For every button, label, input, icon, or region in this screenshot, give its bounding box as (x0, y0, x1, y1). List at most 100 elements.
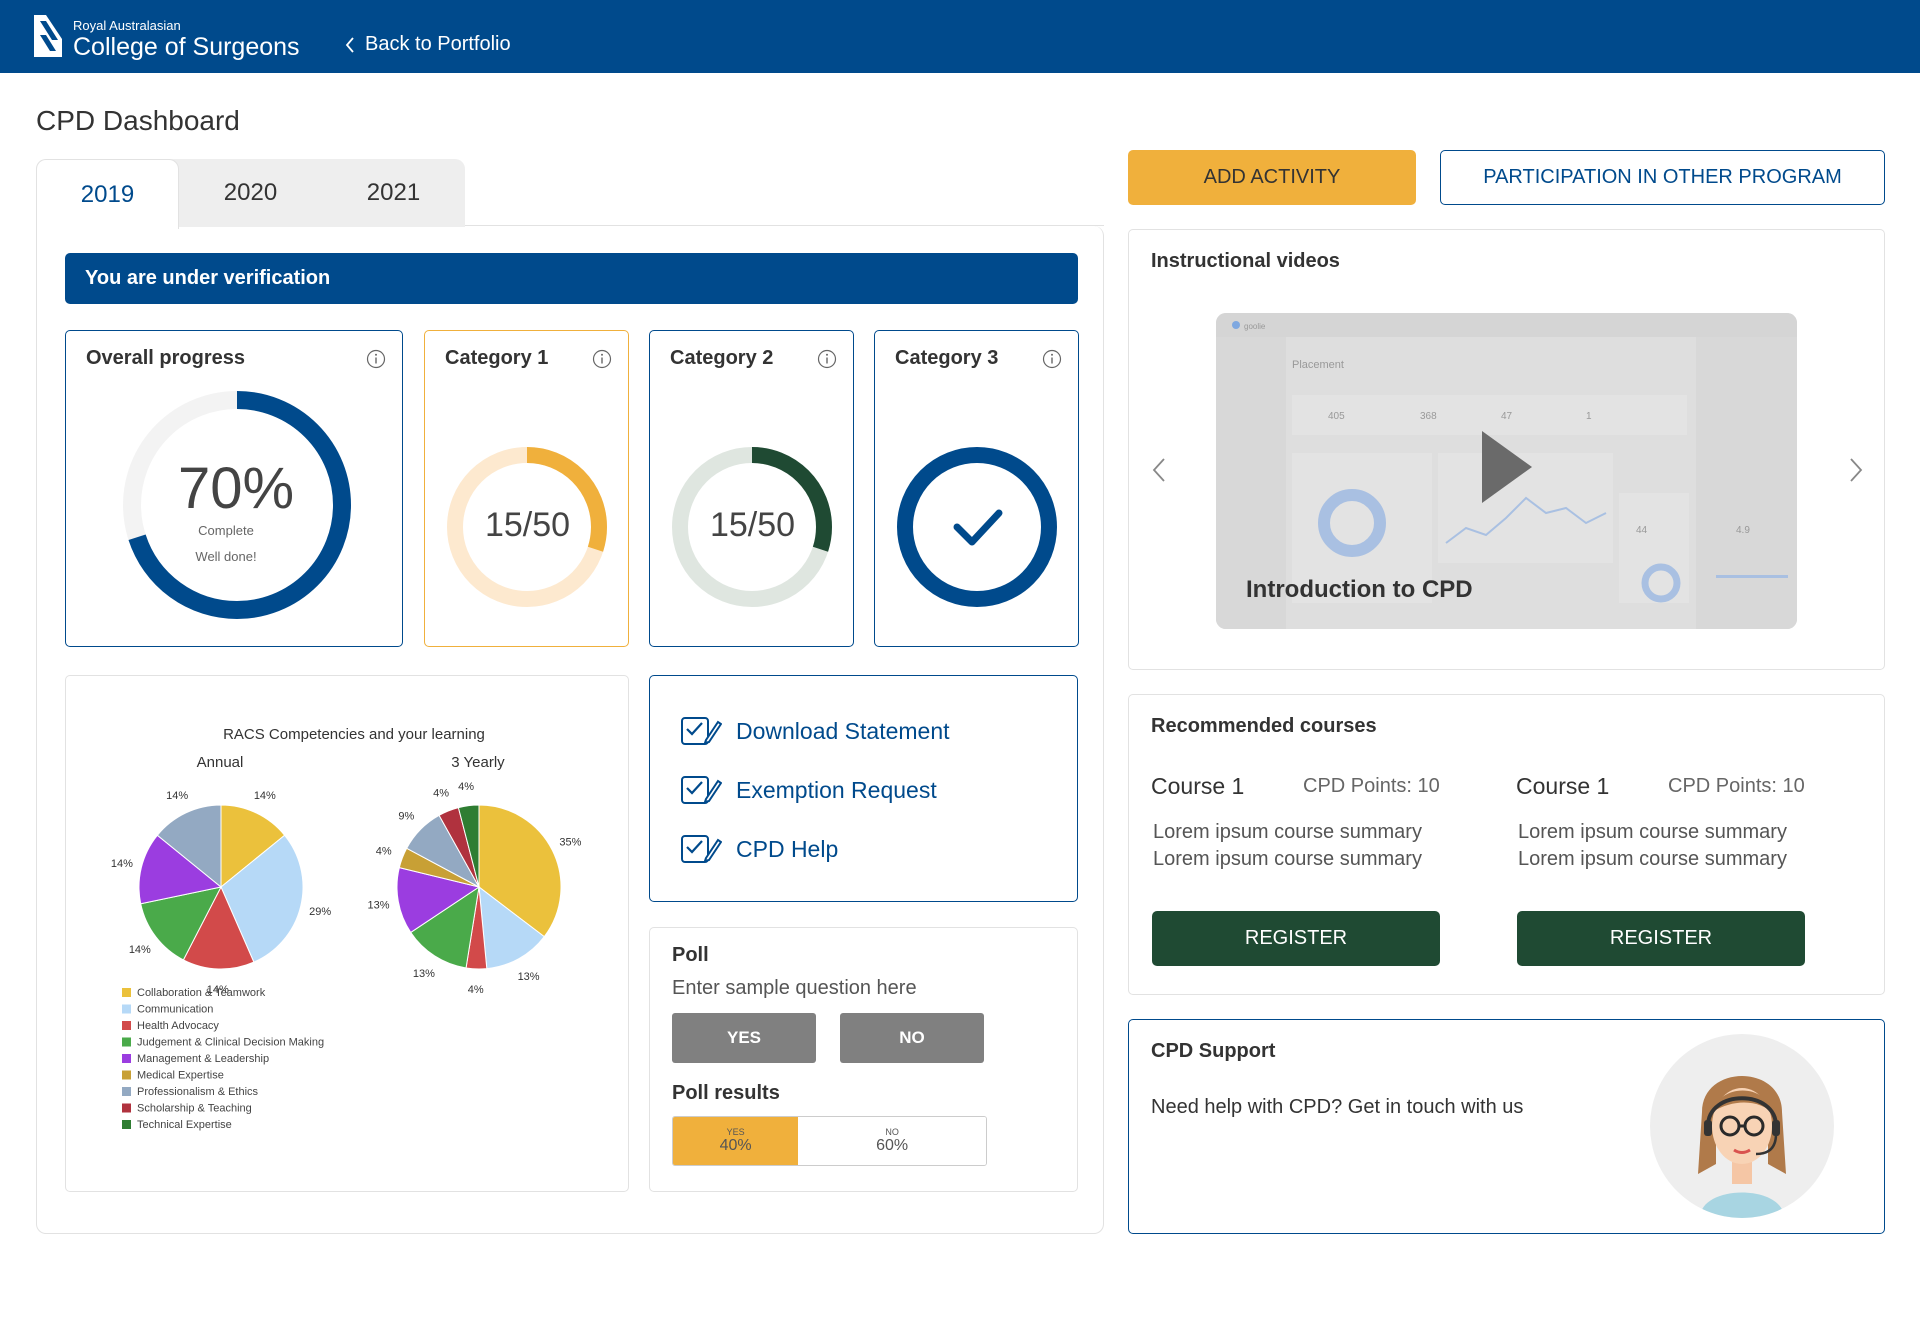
competencies-chart-card: RACS Competencies and your learning Annu… (65, 675, 629, 1192)
poll-card: Poll Enter sample question here YES NO P… (649, 927, 1078, 1192)
category-2-value: 15/50 (709, 506, 796, 544)
pie-slice-label: 13% (368, 900, 390, 912)
cpd-support-card: CPD Support Need help with CPD? Get in t… (1128, 1019, 1885, 1234)
pie-slice-label: 14% (129, 944, 151, 956)
info-icon[interactable] (366, 349, 386, 369)
pie-slice-label: 14% (166, 790, 188, 802)
overall-well-done-label: Well done! (195, 549, 257, 564)
card-title: Overall progress (86, 347, 245, 369)
info-icon[interactable] (817, 349, 837, 369)
legend-swatch (122, 1087, 131, 1096)
chart-title: RACS Competencies and your learning (223, 726, 485, 743)
course-name[interactable]: Course 1 (1151, 773, 1244, 800)
college-logo-icon[interactable] (32, 13, 64, 59)
thumb-stat-3: 47 (1501, 411, 1513, 422)
competencies-pie-charts: RACS Competencies and your learning Annu… (111, 726, 582, 1131)
legend-label: Technical Expertise (137, 1119, 232, 1131)
info-icon[interactable] (592, 349, 612, 369)
thumb-stat-2: 368 (1420, 411, 1437, 422)
checklist-edit-icon (681, 776, 722, 804)
checkmark-icon (953, 509, 1003, 546)
tab-2020[interactable]: 2020 (179, 159, 322, 227)
overall-percentage: 70% (177, 456, 295, 521)
course-name[interactable]: Course 1 (1516, 773, 1609, 800)
download-statement-link[interactable]: Download Statement (680, 714, 950, 748)
poll-yes-button[interactable]: YES (672, 1013, 816, 1063)
poll-results-title: Poll results (672, 1082, 780, 1104)
participation-other-program-button[interactable]: PARTICIPATION IN OTHER PROGRAM (1440, 150, 1885, 205)
page-title: CPD Dashboard (36, 105, 240, 136)
support-agent-avatar[interactable] (1650, 1034, 1834, 1218)
poll-question: Enter sample question here (672, 977, 917, 999)
exemption-request-link[interactable]: Exemption Request (680, 773, 937, 807)
pie-slice-label: 9% (398, 810, 414, 822)
pie-slice-label: 13% (518, 971, 540, 983)
card-title: Category 3 (895, 347, 999, 369)
add-activity-button[interactable]: ADD ACTIVITY (1128, 150, 1416, 205)
year-tabs: 2019 2020 2021 (36, 159, 465, 229)
legend-swatch (122, 1120, 131, 1129)
org-name-line2: College of Surgeons (73, 33, 300, 61)
register-button[interactable]: REGISTER (1152, 911, 1440, 966)
carousel-next-icon[interactable] (1844, 455, 1866, 485)
course-summary-line: Lorem ipsum course summary (1153, 821, 1422, 843)
pie-slice-label: 35% (559, 837, 581, 849)
pie-legend: Collaboration & Teamwork Communication Hea… (122, 987, 324, 1131)
legend-swatch (122, 1004, 131, 1014)
video-caption: Introduction to CPD (1246, 576, 1473, 603)
tab-2021[interactable]: 2021 (322, 159, 465, 227)
thumb-brand: goolie (1244, 322, 1266, 331)
support-text: Need help with CPD? Get in touch with us (1151, 1096, 1524, 1118)
legend-label: Communication (137, 1004, 213, 1016)
cpd-help-link[interactable]: CPD Help (680, 832, 838, 866)
pie-slice-label: 4% (468, 984, 484, 996)
thumb-rating-1: 44 (1636, 525, 1648, 536)
top-header: Royal Australasian College of Surgeons B… (0, 0, 1920, 73)
pie-slice-label: 14% (111, 858, 133, 870)
legend-swatch (122, 1070, 131, 1080)
pie-3-yearly: 35% 13% 4% 13% 13% 4% 9% 4% 4% (368, 781, 582, 996)
legend-label: Health Advocacy (137, 1020, 219, 1032)
category-1-card: Category 1 15/50 (424, 330, 629, 647)
card-title: Category 2 (670, 347, 774, 369)
verification-banner: You are under verification (65, 253, 1078, 304)
link-label: Download Statement (736, 717, 950, 744)
thumb-stat-4: 1 (1586, 411, 1592, 422)
thumb-stat-1: 405 (1328, 411, 1345, 422)
poll-no-button[interactable]: NO (840, 1013, 984, 1063)
chevron-left-icon (345, 36, 354, 53)
course-points: CPD Points: 10 (1303, 775, 1440, 797)
carousel-prev-icon[interactable] (1149, 455, 1171, 485)
thumb-rating-2: 4.9 (1736, 525, 1750, 536)
poll-no-result: NO 60% (798, 1117, 986, 1165)
quick-links-card: Download Statement Exemption Request CPD… (649, 675, 1078, 902)
section-title: CPD Support (1151, 1040, 1276, 1062)
poll-yes-result: YES 40% (673, 1117, 799, 1165)
tab-2019[interactable]: 2019 (36, 159, 179, 229)
pie-slice-label: 29% (309, 906, 331, 918)
pie-slice-label: 4% (433, 787, 449, 799)
legend-swatch (122, 1103, 131, 1113)
legend-swatch (122, 1054, 131, 1063)
pie-slice-label: 4% (376, 846, 392, 858)
legend-label: Collaboration & Teamwork (137, 987, 266, 999)
legend-label: Medical Expertise (137, 1070, 224, 1082)
course-points: CPD Points: 10 (1668, 775, 1805, 797)
support-agent-icon (1698, 1076, 1786, 1218)
course-summary-line: Lorem ipsum course summary (1518, 848, 1787, 870)
legend-label: Professionalism & Ethics (137, 1086, 259, 1098)
recommended-courses-card: Recommended courses Course 1 CPD Points:… (1128, 694, 1885, 995)
back-to-portfolio-link[interactable]: Back to Portfolio (345, 33, 511, 56)
pie-slice-label: 13% (413, 968, 435, 980)
info-icon[interactable] (1042, 349, 1062, 369)
legend-swatch (122, 988, 131, 997)
register-button[interactable]: REGISTER (1517, 911, 1805, 966)
checklist-edit-icon (681, 717, 722, 745)
legend-label: Judgement & Clinical Decision Making (137, 1037, 324, 1049)
video-thumbnail[interactable]: goolie Placement 405 368 47 1 44 4.9 Int… (1216, 313, 1797, 629)
back-link-label: Back to Portfolio (365, 33, 511, 55)
chart-subtitle-annual: Annual (197, 754, 244, 771)
chart-subtitle-3yearly: 3 Yearly (451, 754, 505, 771)
card-title: Category 1 (445, 347, 549, 369)
poll-yes-result-label: YES (726, 1127, 745, 1137)
